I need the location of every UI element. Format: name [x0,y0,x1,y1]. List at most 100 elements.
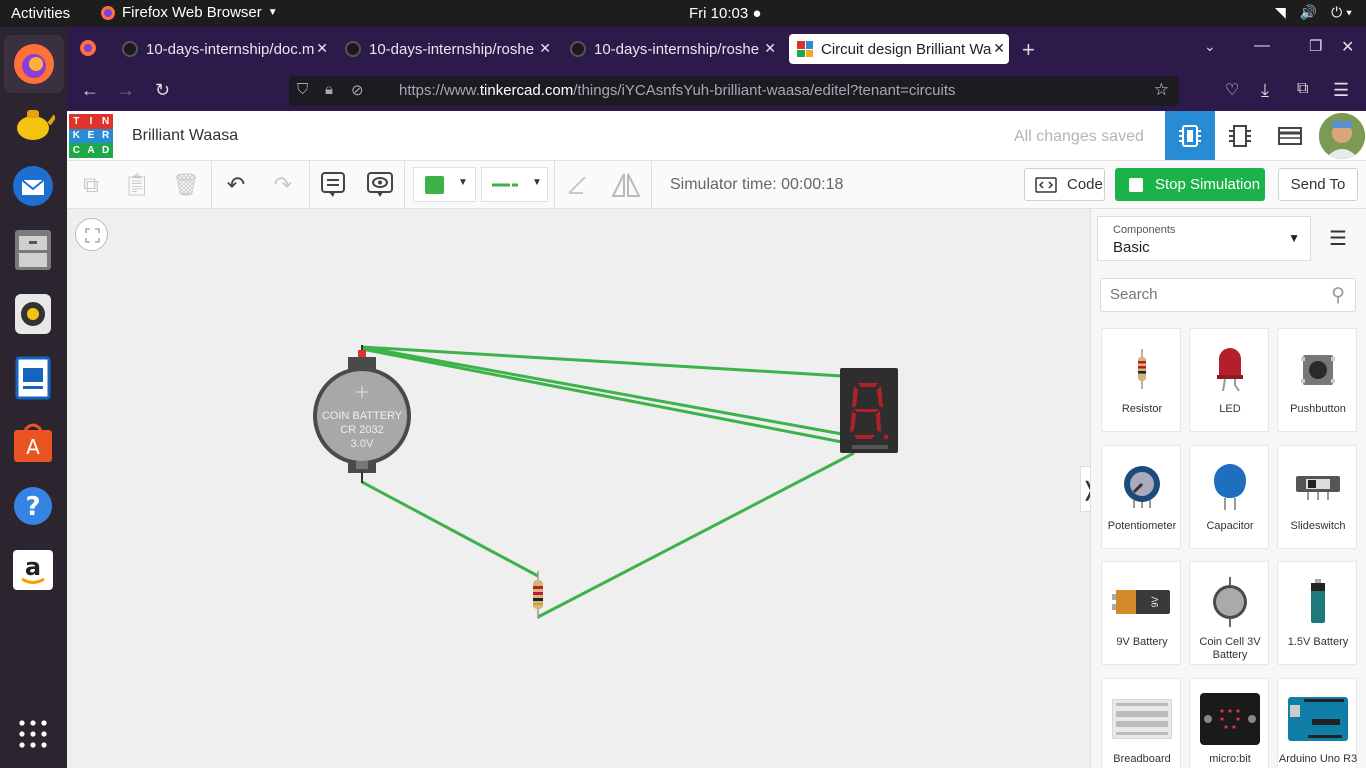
toggle-notes-visibility-button[interactable] [364,169,396,201]
firefox-icon [14,44,54,84]
github-icon [345,41,361,57]
downloads-icon[interactable]: ⤓ [1261,80,1269,101]
list-view-icon[interactable]: ☰ [1329,226,1347,251]
battery-1-5v-icon [1288,572,1348,632]
maximize-button[interactable]: ❐ [1309,37,1322,55]
clock[interactable]: Fri 10:03 ● [689,5,761,22]
reload-button[interactable]: ↻ [155,80,170,101]
component-9v-battery[interactable]: 9V 9V Battery [1101,561,1181,665]
component-capacitor[interactable]: Capacitor [1189,445,1269,549]
dock-gedit[interactable] [10,99,56,145]
wire-type-dropdown[interactable]: ▼ [481,167,548,202]
avatar[interactable] [1319,113,1365,159]
tab-3[interactable]: 10-days-internship/roshe ✕ [562,34,780,64]
rotate-button[interactable] [561,169,593,201]
divider [211,161,212,209]
minimize-button[interactable]: — [1254,37,1270,55]
permissions-icon[interactable]: ⊘ [351,81,364,99]
tab-label: 10-days-internship/roshe [594,40,760,58]
url-text: https://www.tinkercad.com/things/iYCAsnf… [399,82,956,99]
close-window-button[interactable]: ✕ [1341,37,1354,57]
component-microbit[interactable]: micro:bit [1189,678,1269,768]
paste-button[interactable]: 📋︎ [121,169,153,201]
send-to-button[interactable]: Send To [1278,168,1358,201]
forward-button[interactable]: → [117,80,135,101]
component-list-view-button[interactable] [1265,111,1315,160]
delete-button[interactable]: 🗑︎ [170,169,202,201]
url-bar[interactable]: ⛉ 🔒︎ ⊘ https://www.tinkercad.com/things/… [289,76,1179,106]
component-label: Resistor [1121,403,1163,415]
close-icon[interactable]: ✕ [993,40,1005,57]
component-label: LED [1219,403,1241,415]
search-input[interactable] [1110,279,1310,309]
eye-icon [367,172,393,197]
component-search[interactable]: ⚲ [1100,278,1356,312]
dock-writer[interactable] [10,355,56,401]
code-button[interactable]: Code [1024,168,1105,201]
divider [554,161,555,209]
workplane-canvas[interactable]: COIN BATTERY CR 2032 3.0V [67,209,1090,768]
dock-help[interactable]: ? [10,483,56,529]
wire[interactable] [361,480,539,578]
chevron-down-icon: ▼ [1288,231,1300,245]
svg-text:9V: 9V [1150,596,1160,607]
seven-segment-display[interactable] [840,368,898,453]
circuit-view-button[interactable] [1165,111,1215,160]
component-slideswitch[interactable]: Slideswitch [1277,445,1357,549]
search-icon[interactable]: ⚲ [1331,284,1345,307]
close-icon[interactable]: ✕ [539,40,551,57]
extensions-icon[interactable]: ⧉ [1297,80,1308,98]
close-icon[interactable]: ✕ [316,40,328,57]
resistor[interactable] [533,571,543,619]
dock-thunderbird[interactable] [10,163,56,209]
component-pushbutton[interactable]: Pushbutton [1277,328,1357,432]
undo-button[interactable]: ↶ [220,169,252,201]
shield-icon[interactable]: ⛉ [297,81,308,98]
notes-button[interactable] [317,169,349,201]
divider [309,161,310,209]
components-dropdown[interactable]: Components Basic ▼ [1097,216,1311,261]
tab-list-button[interactable]: ⌄ [1204,38,1216,55]
show-apps-button[interactable] [10,711,56,757]
component-breadboard[interactable]: Breadboard [1101,678,1181,768]
back-button[interactable]: ← [81,80,99,101]
component-resistor[interactable]: Resistor [1101,328,1181,432]
close-icon[interactable]: ✕ [764,40,776,57]
firefox-view-icon[interactable] [79,39,97,62]
dock-amazon[interactable]: a [10,547,56,593]
grid-icon [19,720,47,748]
dock-firefox[interactable] [4,35,64,93]
schematic-view-button[interactable] [1215,111,1265,160]
menu-icon[interactable]: ☰ [1333,80,1349,101]
github-icon [570,41,586,57]
activities-button[interactable]: Activities [11,5,70,22]
component-potentiometer[interactable]: Potentiometer [1101,445,1181,549]
wire-color-dropdown[interactable]: ▼ [413,167,476,202]
dock-rhythmbox[interactable] [10,291,56,337]
component-arduino-uno[interactable]: Arduino Uno R3 [1277,678,1357,768]
wire[interactable] [537,451,855,619]
dock-software[interactable]: A [10,419,56,465]
component-coin-cell-battery[interactable]: Coin Cell 3V Battery [1189,561,1269,665]
lock-icon[interactable]: 🔒︎ [325,81,333,98]
help-icon: ? [14,487,52,525]
flip-button[interactable] [610,169,642,201]
new-tab-button[interactable]: + [1022,37,1035,63]
bookmark-star-icon[interactable]: ☆ [1154,80,1169,100]
component-1-5v-battery[interactable]: 1.5V Battery [1277,561,1357,665]
tinkercad-logo[interactable]: TIN KER CAD [69,114,113,158]
system-tray[interactable]: ◥ 🔊 ⏻ ▾ [1275,4,1352,21]
tab-1[interactable]: 10-days-internship/doc.m ✕ [114,34,332,64]
copy-button[interactable]: ⧉ [75,169,107,201]
coin-battery[interactable]: COIN BATTERY CR 2032 3.0V [313,345,411,483]
tab-2[interactable]: 10-days-internship/roshe ✕ [337,34,555,64]
design-title[interactable]: Brilliant Waasa [132,127,238,145]
dock-files[interactable] [10,227,56,273]
caret-down-icon: ▼ [267,7,278,18]
app-menu[interactable]: Firefox Web Browser ▼ [100,4,278,21]
redo-button[interactable]: ↷ [267,169,299,201]
pocket-icon[interactable]: ♡ [1225,80,1239,100]
stop-simulation-button[interactable]: Stop Simulation [1115,168,1265,201]
tab-4-active[interactable]: Circuit design Brilliant Wa ✕ [789,34,1009,64]
component-led[interactable]: LED [1189,328,1269,432]
